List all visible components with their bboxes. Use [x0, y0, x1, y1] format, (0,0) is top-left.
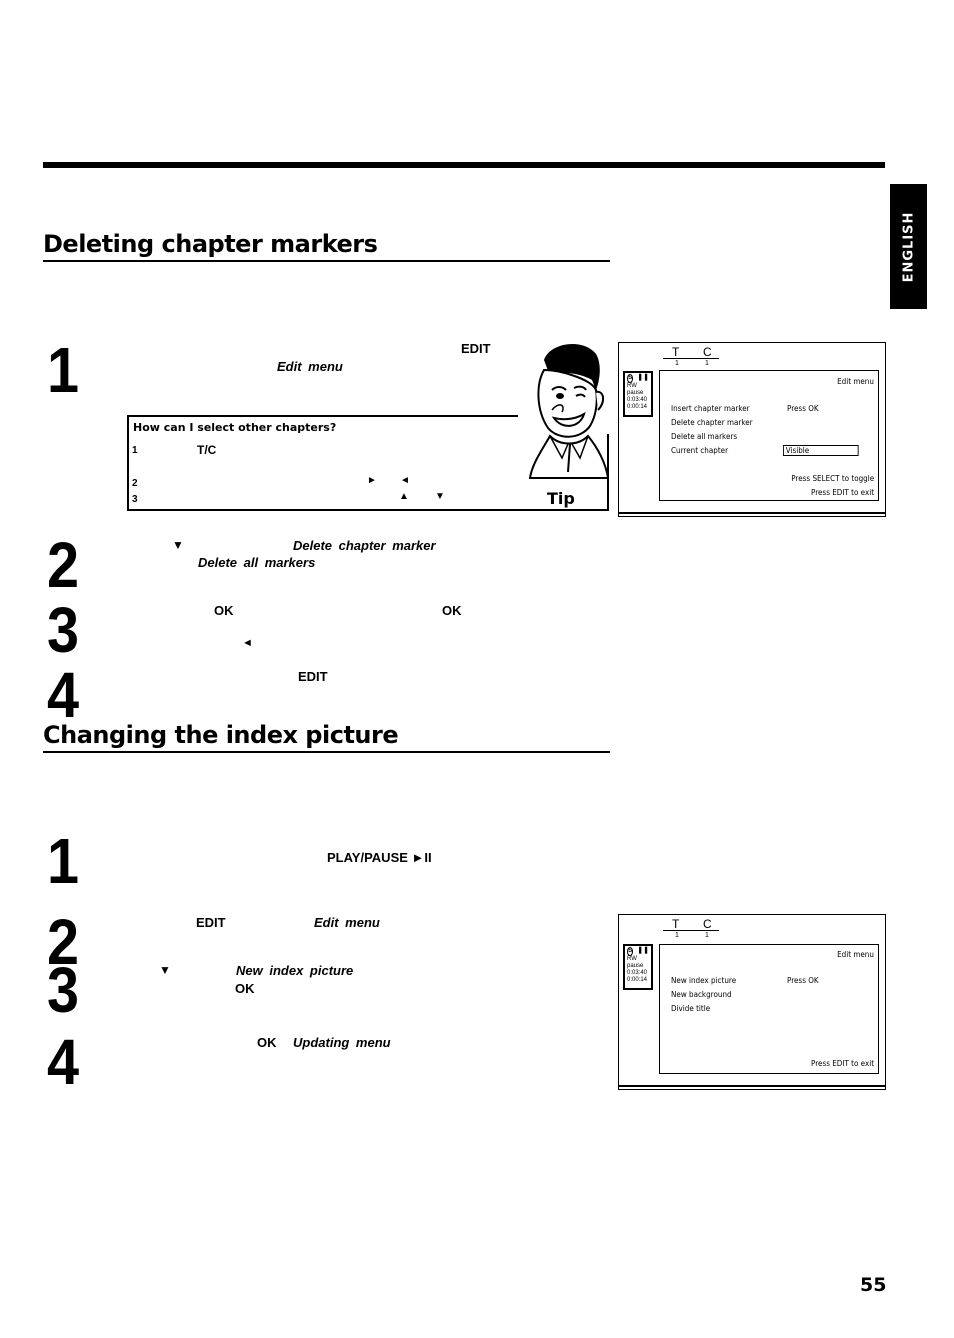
title-number: 1 — [675, 932, 679, 939]
status-panel: S ❚❚ RW pause 0:03:40 0:00:14 — [623, 944, 653, 990]
language-tab: ENGLISH — [890, 184, 927, 309]
chapter-number: 1 — [705, 932, 709, 939]
down-arrow-icon: ▼ — [159, 963, 171, 977]
language-tab-label: ENGLISH — [901, 211, 916, 282]
tip-mascot-illustration — [528, 343, 610, 479]
chapter-number: 1 — [705, 360, 709, 367]
menu-item-current-chapter[interactable]: Current chapter — [671, 446, 728, 455]
edit-menu-screen-1: T C 1 1 S ❚❚ RW pause 0:03:40 0:00:14 Edi… — [618, 342, 886, 517]
title-label: T — [672, 345, 680, 359]
menu-title: Edit menu — [837, 950, 874, 959]
tip-label: Tip — [547, 489, 575, 508]
edit-key-label: EDIT — [298, 669, 328, 684]
edit-menu-term: Edit menu — [277, 359, 343, 374]
current-chapter-value[interactable]: Visible — [783, 445, 859, 456]
total-time: 0:03:40 — [627, 396, 648, 403]
tip-item-number: 1 — [132, 445, 138, 456]
ok-key-label: OK — [235, 981, 255, 996]
section-title-changing-index-picture: Changing the index picture — [43, 720, 610, 753]
step-number: 1 — [47, 334, 80, 406]
chapter-label: C — [703, 917, 712, 931]
menu-item-insert-chapter-marker[interactable]: Insert chapter marker — [671, 404, 750, 413]
menu-item-delete-chapter-marker[interactable]: Delete chapter marker — [671, 418, 753, 427]
menu-item-new-background[interactable]: New background — [671, 990, 732, 999]
elapsed-time: 0:00:14 — [627, 403, 648, 410]
step-number: 2 — [47, 529, 80, 601]
edit-menu-term: Edit menu — [314, 915, 380, 930]
edit-menu-panel: Edit menu New index picture Press OK New… — [659, 944, 879, 1074]
chapter-label: C — [703, 345, 712, 359]
exit-hint: Press EDIT to exit — [810, 1059, 874, 1068]
ok-key-label: OK — [214, 603, 234, 618]
delete-chapter-marker-term: Delete chapter marker — [293, 538, 436, 553]
playback-state: pause — [627, 389, 644, 396]
play-pause-key-label: PLAY/PAUSE ►II — [327, 850, 432, 865]
disc-mode: RW — [627, 956, 637, 962]
total-time: 0:03:40 — [627, 969, 648, 976]
step-number: 3 — [47, 954, 80, 1026]
left-arrow-icon: ◄ — [242, 637, 253, 649]
edit-menu-screen-2: T C 1 1 S ❚❚ RW pause 0:03:40 0:00:14 Edi… — [618, 914, 886, 1090]
title-label: T — [672, 917, 680, 931]
title-number: 1 — [675, 360, 679, 367]
menu-item-value: Press OK — [787, 404, 819, 413]
elapsed-time: 0:00:14 — [627, 976, 648, 983]
header-rule — [43, 162, 885, 168]
select-hint: Press SELECT to toggle — [791, 474, 874, 483]
menu-item-new-index-picture[interactable]: New index picture — [671, 976, 736, 985]
step-number: 4 — [47, 1026, 80, 1098]
up-arrow-icon: ▲ — [399, 491, 409, 502]
tip-title: How can I select other chapters? — [133, 421, 337, 434]
menu-item-divide-title[interactable]: Divide title — [671, 1004, 710, 1013]
step-number: 1 — [47, 825, 80, 897]
pause-icon: ❚❚ — [637, 374, 649, 382]
tip-item-number: 3 — [132, 494, 138, 505]
disc-mode: RW — [627, 383, 637, 389]
ok-key-label: OK — [257, 1035, 277, 1050]
menu-title: Edit menu — [837, 377, 874, 386]
tip-item-number: 2 — [132, 478, 138, 489]
menu-item-value: Press OK — [787, 976, 819, 985]
left-arrow-icon: ◄ — [400, 475, 410, 486]
down-arrow-icon: ▼ — [172, 538, 184, 552]
section-title-deleting-chapter-markers: Deleting chapter markers — [43, 229, 610, 262]
tc-key-label: T/C — [197, 443, 217, 457]
new-index-picture-term: New index picture — [236, 963, 354, 978]
disc-icon: S — [627, 374, 634, 383]
status-panel: S ❚❚ RW pause 0:03:40 0:00:14 — [623, 371, 653, 417]
disc-icon: S — [627, 947, 634, 956]
delete-all-markers-term: Delete all markers — [198, 555, 316, 570]
updating-menu-term: Updating menu — [293, 1035, 391, 1050]
page-number: 55 — [860, 1274, 887, 1296]
edit-key-label: EDIT — [461, 341, 491, 356]
ok-key-label: OK — [442, 603, 462, 618]
right-arrow-icon: ► — [367, 475, 377, 486]
edit-key-label: EDIT — [196, 915, 226, 930]
down-arrow-icon: ▼ — [435, 491, 445, 502]
playback-state: pause — [627, 962, 644, 969]
exit-hint: Press EDIT to exit — [810, 488, 874, 497]
step-number: 3 — [47, 594, 80, 666]
step-number: 4 — [47, 659, 80, 731]
menu-item-delete-all-markers[interactable]: Delete all markers — [671, 432, 737, 441]
pause-icon: ❚❚ — [637, 947, 649, 955]
edit-menu-panel: Edit menu Insert chapter marker Press OK… — [659, 370, 879, 501]
